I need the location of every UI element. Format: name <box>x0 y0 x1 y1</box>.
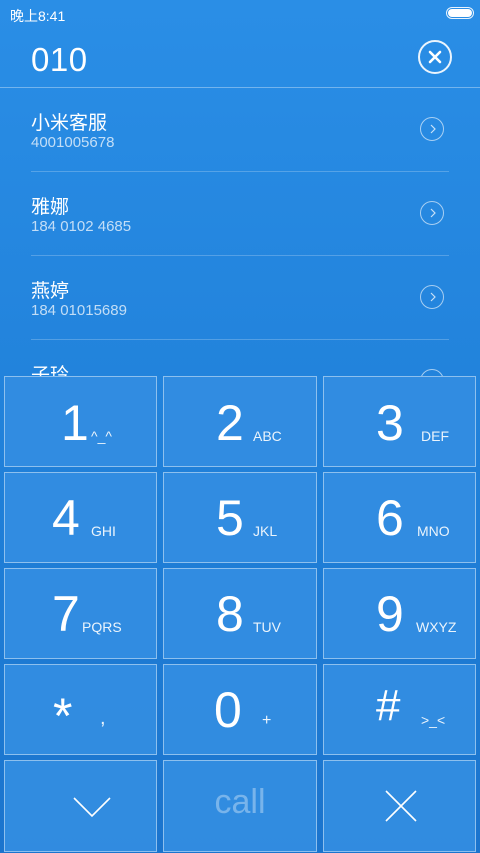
key-letters: TUV <box>253 619 281 635</box>
contact-name: 子玲 <box>31 365 70 376</box>
key-letters: GHI <box>91 523 116 539</box>
key-letters: , <box>100 707 106 729</box>
key-digit: 6 <box>376 490 404 546</box>
contact-number: 184 01015689 <box>31 302 127 319</box>
key-star[interactable]: * , <box>4 664 157 755</box>
key-digit: 9 <box>376 586 404 642</box>
contact-row[interactable]: 燕婷 184 01015689 <box>0 256 480 340</box>
collapse-keypad-button[interactable] <box>4 760 157 852</box>
key-digit: 2 <box>216 395 244 451</box>
key-digit: # <box>376 681 401 730</box>
key-letters: PQRS <box>82 619 122 635</box>
contact-row[interactable]: 小米客服 4001005678 <box>0 88 480 172</box>
key-1[interactable]: 1 ^_^ <box>4 376 157 467</box>
battery-icon <box>446 7 474 19</box>
delete-button[interactable] <box>323 760 476 852</box>
key-8[interactable]: 8 TUV <box>163 568 317 659</box>
contact-row[interactable]: 雅娜 184 0102 4685 <box>0 172 480 256</box>
key-5[interactable]: 5 JKL <box>163 472 317 563</box>
chevron-right-icon[interactable] <box>420 201 444 225</box>
key-digit: 5 <box>216 490 244 546</box>
dialed-number[interactable]: 010 <box>31 41 88 79</box>
chevron-right-icon[interactable] <box>420 285 444 309</box>
key-hash[interactable]: # >_< <box>323 664 476 755</box>
key-letters: WXYZ <box>416 619 457 635</box>
close-icon <box>385 790 417 822</box>
status-time: 晚上8:41 <box>10 8 66 24</box>
close-icon <box>428 50 442 64</box>
contact-number: 4001005678 <box>31 134 115 151</box>
key-digit: 7 <box>52 586 80 642</box>
call-button[interactable]: call <box>163 760 317 852</box>
contact-number: 184 0102 4685 <box>31 218 132 235</box>
key-letters: JKL <box>253 523 278 539</box>
key-3[interactable]: 3 DEF <box>323 376 476 467</box>
call-label: call <box>214 783 266 821</box>
status-bar: 晚上8:41 <box>0 0 480 28</box>
key-digit: 0 <box>214 682 242 738</box>
key-2[interactable]: 2 ABC <box>163 376 317 467</box>
key-digit: 4 <box>52 490 80 546</box>
chevron-down-icon <box>73 797 111 818</box>
chevron-right-icon[interactable] <box>420 117 444 141</box>
key-7[interactable]: 7 PQRS <box>4 568 157 659</box>
key-letters: MNO <box>417 523 450 539</box>
contact-name: 燕婷 <box>31 281 70 302</box>
contact-name: 雅娜 <box>31 197 70 218</box>
key-letters: DEF <box>421 428 449 444</box>
key-digit: 8 <box>216 586 244 642</box>
dial-input-bar: 010 <box>0 28 480 88</box>
dial-keypad: 1 ^_^ 2 ABC 3 DEF 4 GHI 5 JKL 6 MNO 7 PQ… <box>0 375 480 853</box>
key-0[interactable]: 0 + <box>163 664 317 755</box>
key-6[interactable]: 6 MNO <box>323 472 476 563</box>
key-letters: >_< <box>421 712 446 728</box>
clear-button[interactable] <box>418 40 452 74</box>
key-letters: + <box>262 712 272 729</box>
key-9[interactable]: 9 WXYZ <box>323 568 476 659</box>
key-letters: ABC <box>253 428 282 444</box>
key-digit: 1 <box>61 395 89 451</box>
key-digit: * <box>53 688 73 744</box>
key-letters: ^_^ <box>91 428 112 444</box>
contact-suggestions-list: 小米客服 4001005678 雅娜 184 0102 4685 燕婷 184 … <box>0 88 480 376</box>
contact-name: 小米客服 <box>31 113 108 134</box>
key-digit: 3 <box>376 395 404 451</box>
key-4[interactable]: 4 GHI <box>4 472 157 563</box>
contact-row[interactable]: 子玲 <box>0 340 480 376</box>
